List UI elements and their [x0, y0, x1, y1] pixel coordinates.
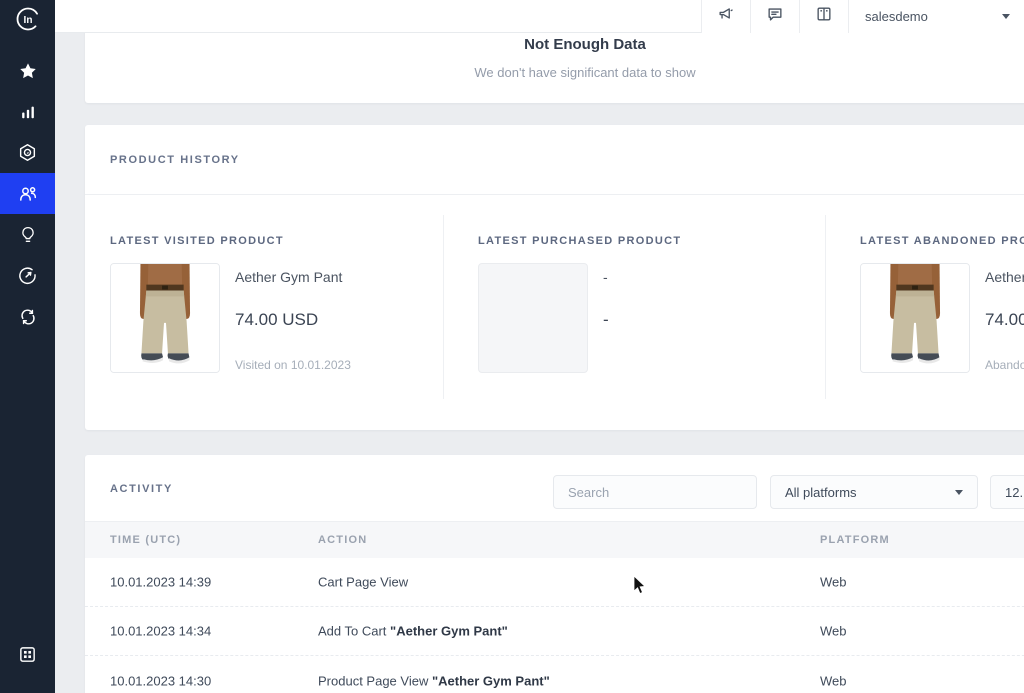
col-header-action: ACTION — [318, 534, 367, 546]
table-row: 10.01.2023 14:34 Add To Cart "Aether Gym… — [85, 607, 1024, 656]
sidebar: In — [0, 0, 55, 693]
cell-platform: Web — [820, 575, 847, 590]
platform-filter-value: All platforms — [785, 485, 955, 500]
cell-action: Product Page View "Aether Gym Pant" — [318, 673, 550, 688]
latest-purchased-product: LATEST PURCHASED PRODUCT - - — [478, 195, 810, 429]
col-header-time: TIME (UTC) — [110, 534, 181, 546]
latest-visited-product: LATEST VISITED PRODUCT Aether Gym Pant 7… — [110, 195, 443, 429]
latest-visited-label: LATEST VISITED PRODUCT — [110, 235, 284, 247]
sidebar-item-apps[interactable] — [0, 634, 55, 675]
product-image-placeholder — [478, 263, 588, 373]
product-box-icon — [18, 143, 37, 162]
account-name: salesdemo — [865, 9, 1002, 24]
cell-platform: Web — [820, 673, 847, 688]
product-name: Aether Gym Pant — [235, 269, 342, 285]
chevron-down-icon — [1002, 14, 1010, 19]
date-range-filter[interactable]: 12.1 — [990, 475, 1024, 509]
sidebar-item-sync[interactable] — [0, 296, 55, 337]
activity-title: ACTIVITY — [110, 483, 173, 495]
journey-gauge-icon — [18, 266, 37, 285]
bar-chart-icon — [19, 103, 37, 121]
product-name: - — [603, 269, 608, 285]
topbar: salesdemo — [55, 0, 1024, 33]
not-enough-data-card: Not Enough Data We don't have significan… — [85, 33, 1024, 103]
product-price: 74.00 USD — [235, 310, 318, 330]
not-enough-data-subtitle: We don't have significant data to show — [85, 65, 1024, 80]
docs-button[interactable] — [799, 0, 848, 33]
announcements-button[interactable] — [701, 0, 750, 33]
product-price: 74.00 USD — [985, 310, 1024, 330]
search-input[interactable] — [554, 476, 750, 508]
apps-grid-icon — [18, 645, 37, 664]
logo-icon: In — [15, 6, 41, 32]
account-dropdown[interactable]: salesdemo — [848, 0, 1024, 33]
chevron-down-icon — [955, 490, 963, 495]
topbar-fill — [55, 0, 701, 32]
activity-header: ACTIVITY All platforms 12.1 — [85, 455, 1024, 522]
column-divider — [443, 215, 444, 399]
cell-time: 10.01.2023 14:39 — [110, 575, 211, 590]
latest-abandoned-label: LATEST ABANDONED PRODUCT — [860, 235, 1024, 247]
activity-table-header: TIME (UTC) ACTION PLATFORM — [85, 522, 1024, 558]
feedback-button[interactable] — [750, 0, 799, 33]
product-image — [110, 263, 220, 373]
sidebar-item-insights[interactable] — [0, 214, 55, 255]
column-divider — [825, 215, 826, 399]
sidebar-spacer — [0, 337, 55, 634]
chat-icon — [766, 5, 784, 28]
cell-time: 10.01.2023 14:30 — [110, 673, 211, 688]
platform-filter-dropdown[interactable]: All platforms — [770, 475, 978, 509]
sidebar-item-products[interactable] — [0, 132, 55, 173]
activity-card: ACTIVITY All platforms 12.1 TIME (UTC) A… — [85, 455, 1024, 693]
product-history-header: PRODUCT HISTORY — [85, 125, 1024, 195]
latest-purchased-label: LATEST PURCHASED PRODUCT — [478, 235, 681, 247]
megaphone-icon — [717, 5, 735, 28]
cell-time: 10.01.2023 14:34 — [110, 624, 211, 639]
product-meta: Visited on 10.01.2023 — [235, 358, 351, 372]
lightbulb-icon — [19, 226, 37, 244]
cell-platform: Web — [820, 624, 847, 639]
product-history-columns: LATEST VISITED PRODUCT Aether Gym Pant 7… — [85, 195, 1024, 429]
sidebar-item-analytics[interactable] — [0, 91, 55, 132]
main-content: Not Enough Data We don't have significan… — [55, 33, 1024, 693]
sidebar-item-favorites[interactable] — [0, 50, 55, 91]
product-price: - — [603, 310, 609, 330]
product-name: Aether Gym Pant — [985, 269, 1024, 285]
sidebar-item-journeys[interactable] — [0, 255, 55, 296]
date-range-value: 12.1 — [1005, 485, 1024, 500]
svg-text:In: In — [23, 15, 32, 26]
product-history-card: PRODUCT HISTORY LATEST VISITED PRODUCT A… — [85, 125, 1024, 430]
product-history-title: PRODUCT HISTORY — [110, 154, 240, 166]
table-row: 10.01.2023 14:30 Product Page View "Aeth… — [85, 656, 1024, 693]
cell-action: Cart Page View — [318, 575, 408, 590]
col-header-platform: PLATFORM — [820, 534, 890, 546]
book-icon — [815, 5, 833, 28]
not-enough-data-title: Not Enough Data — [85, 36, 1024, 53]
product-image — [860, 263, 970, 373]
activity-search — [553, 475, 757, 509]
refresh-icon — [19, 308, 37, 326]
table-row: 10.01.2023 14:39 Cart Page View Web — [85, 558, 1024, 607]
product-meta: Abandoned on 10.01.2023 — [985, 358, 1024, 372]
cell-action: Add To Cart "Aether Gym Pant" — [318, 624, 508, 639]
insider-logo[interactable]: In — [0, 0, 55, 38]
audience-people-icon — [18, 184, 38, 204]
star-icon — [19, 62, 37, 80]
latest-abandoned-product: LATEST ABANDONED PRODUCT Aether Gym Pant… — [860, 195, 1024, 429]
sidebar-item-audience[interactable] — [0, 173, 55, 214]
